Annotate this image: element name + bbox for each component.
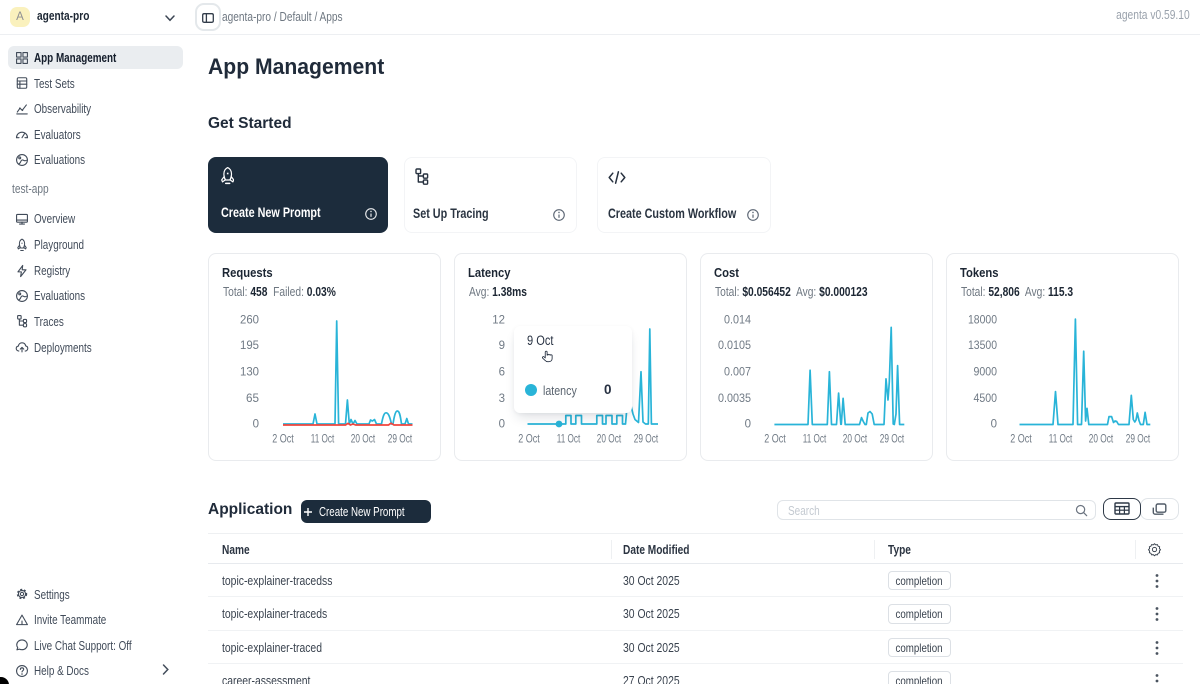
- svg-text:11 Oct: 11 Oct: [803, 432, 827, 446]
- svg-text:13500: 13500: [968, 338, 997, 352]
- svg-text:3: 3: [499, 391, 506, 405]
- svg-text:20 Oct: 20 Oct: [351, 432, 376, 446]
- svg-text:2 Oct: 2 Oct: [764, 432, 786, 446]
- svg-text:20 Oct: 20 Oct: [843, 432, 868, 446]
- svg-text:0: 0: [499, 417, 506, 431]
- svg-text:11 Oct: 11 Oct: [311, 432, 335, 446]
- svg-text:29 Oct: 29 Oct: [1126, 432, 1151, 446]
- svg-text:0.0105: 0.0105: [718, 338, 751, 352]
- svg-text:0: 0: [253, 417, 260, 431]
- svg-text:11 Oct: 11 Oct: [1049, 432, 1073, 446]
- svg-text:130: 130: [240, 365, 259, 379]
- svg-text:18000: 18000: [968, 313, 997, 327]
- svg-text:6: 6: [499, 365, 506, 379]
- svg-text:2 Oct: 2 Oct: [1010, 432, 1032, 446]
- svg-text:20 Oct: 20 Oct: [597, 432, 622, 446]
- svg-text:0.014: 0.014: [724, 313, 751, 327]
- svg-text:29 Oct: 29 Oct: [880, 432, 905, 446]
- svg-text:12: 12: [492, 313, 505, 327]
- svg-text:0: 0: [745, 417, 752, 431]
- svg-text:260: 260: [240, 313, 259, 327]
- svg-text:9000: 9000: [974, 365, 998, 379]
- svg-text:9: 9: [499, 338, 506, 352]
- svg-text:4500: 4500: [974, 391, 998, 405]
- svg-text:29 Oct: 29 Oct: [388, 432, 413, 446]
- svg-text:0: 0: [991, 417, 998, 431]
- svg-text:2 Oct: 2 Oct: [272, 432, 294, 446]
- svg-text:0.0035: 0.0035: [718, 391, 751, 405]
- svg-text:2 Oct: 2 Oct: [518, 432, 540, 446]
- svg-text:20 Oct: 20 Oct: [1089, 432, 1114, 446]
- svg-text:65: 65: [246, 391, 259, 405]
- svg-text:0.007: 0.007: [724, 365, 751, 379]
- svg-text:195: 195: [240, 338, 259, 352]
- svg-text:29 Oct: 29 Oct: [634, 432, 659, 446]
- svg-text:11 Oct: 11 Oct: [557, 432, 581, 446]
